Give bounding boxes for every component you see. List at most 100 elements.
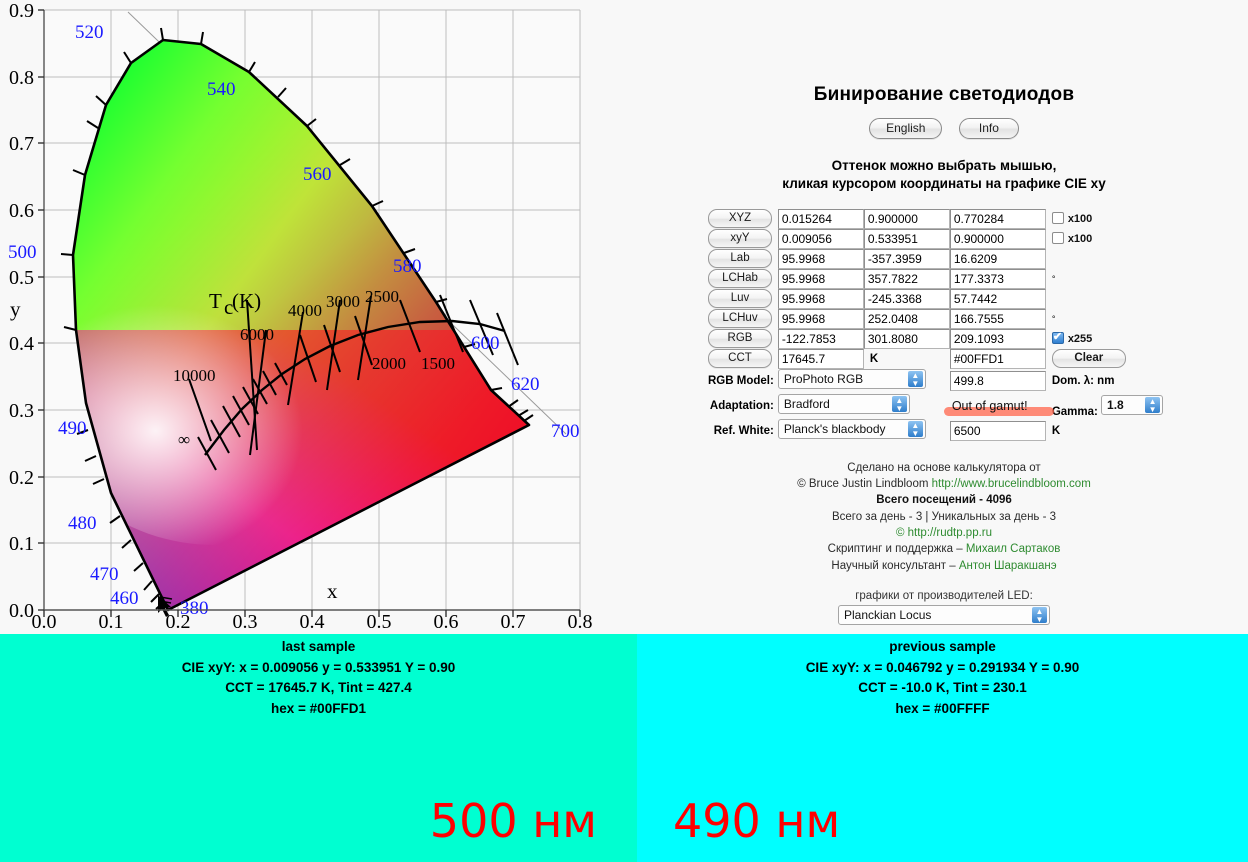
xyy-field-2[interactable]: 0.533951 bbox=[863, 228, 950, 249]
row-label-cct[interactable]: CCT bbox=[708, 349, 772, 369]
cct-value-field[interactable]: 17645.7 bbox=[777, 348, 864, 369]
lchab-field-2[interactable]: 357.7822 bbox=[863, 268, 950, 289]
x-tick-0.6: 0.6 bbox=[434, 611, 459, 628]
rgb-field-1[interactable]: -122.7853 bbox=[777, 328, 864, 349]
xyz-x100-checkbox[interactable] bbox=[1051, 212, 1064, 225]
row-label-xyz[interactable]: XYZ bbox=[708, 209, 772, 229]
wavelength-label-580: 580 bbox=[393, 256, 422, 277]
x-tick-0.5: 0.5 bbox=[367, 611, 392, 628]
chevron-updown-icon: ▲ ▼ bbox=[1148, 396, 1157, 414]
x-tick-0.8: 0.8 bbox=[568, 611, 593, 628]
ref-white-select[interactable]: Planck's blackbody ▲ ▼ bbox=[777, 418, 926, 439]
lchuv-field-2[interactable]: 252.0408 bbox=[863, 308, 950, 329]
gamma-select[interactable]: 1.8 ▲ ▼ bbox=[1101, 394, 1164, 415]
wavelength-label-520: 520 bbox=[75, 22, 104, 43]
row-label-lchuv[interactable]: LCHuv bbox=[708, 309, 772, 329]
x-axis-title: x bbox=[327, 579, 338, 603]
last-sample-wavelength: 500 нм bbox=[429, 794, 597, 848]
lchuv-field-1[interactable]: 95.9968 bbox=[777, 308, 864, 329]
hex-value-field[interactable]: #00FFD1 bbox=[949, 348, 1046, 369]
luv-field-3[interactable]: 57.7442 bbox=[949, 288, 1046, 309]
color-samples-row: last sample CIE xyY: x = 0.009056 y = 0.… bbox=[0, 634, 1248, 862]
adaptation-select[interactable]: Bradford ▲ ▼ bbox=[777, 393, 910, 414]
scripting-author-link[interactable]: Михаил Сартаков bbox=[966, 543, 1061, 555]
consultant-link[interactable]: Антон Шаракшанэ bbox=[959, 560, 1057, 572]
wavelength-label-600: 600 bbox=[471, 333, 500, 354]
chart-svg[interactable]: ∞ 10000 6000 4000 3000 2500 2000 1500 T … bbox=[0, 0, 640, 628]
xyz-field-1[interactable]: 0.015264 bbox=[777, 208, 864, 229]
luv-field-1[interactable]: 95.9968 bbox=[777, 288, 864, 309]
y-tick-0.3: 0.3 bbox=[9, 400, 34, 422]
previous-sample-xyy: CIE xyY: x = 0.046792 y = 0.291934 Y = 0… bbox=[805, 659, 1080, 675]
previous-sample-panel[interactable]: previous sample CIE xyY: x = 0.046792 y … bbox=[637, 634, 1248, 862]
clear-button[interactable]: Clear bbox=[1051, 349, 1126, 369]
xyy-field-3[interactable]: 0.900000 bbox=[949, 228, 1046, 249]
wavelength-label-490: 490 bbox=[58, 418, 87, 439]
xyz-field-2[interactable]: 0.900000 bbox=[863, 208, 950, 229]
manufacturer-graphs-block: графики от производителей LED: Planckian… bbox=[640, 590, 1248, 630]
cie-chromaticity-chart[interactable]: ∞ 10000 6000 4000 3000 2500 2000 1500 T … bbox=[0, 0, 640, 628]
brucelindbloom-link[interactable]: http://www.brucelindbloom.com bbox=[932, 478, 1091, 490]
previous-sample-cct: CCT = -10.0 K, Tint = 230.1 bbox=[858, 680, 1027, 696]
wavelength-label-560: 560 bbox=[303, 164, 332, 185]
previous-sample-title: previous sample bbox=[889, 639, 996, 654]
gamma-value: 1.8 bbox=[1107, 397, 1124, 412]
xyz-field-3[interactable]: 0.770284 bbox=[949, 208, 1046, 229]
rgb-model-select[interactable]: ProPhoto RGB ▲ ▼ bbox=[777, 368, 926, 389]
lab-field-2[interactable]: -357.3959 bbox=[863, 248, 950, 269]
x-tick-0.0: 0.0 bbox=[32, 611, 57, 628]
lchab-field-1[interactable]: 95.9968 bbox=[777, 268, 864, 289]
wavelength-label-620: 620 bbox=[511, 374, 540, 395]
x-tick-0.4: 0.4 bbox=[300, 611, 325, 628]
credit-line-7: Научный консультант – Антон Шаракшанэ bbox=[640, 558, 1248, 574]
rgb-model-value: ProPhoto RGB bbox=[783, 371, 864, 386]
lchab-degree-symbol: ° bbox=[1051, 273, 1056, 284]
english-button[interactable]: English bbox=[869, 118, 943, 139]
luv-field-2[interactable]: -245.3368 bbox=[863, 288, 950, 309]
table-row-lab: Lab 95.9968 -357.3959 16.6209 bbox=[708, 248, 1163, 269]
svg-text:(K): (K) bbox=[232, 289, 261, 313]
rgb-field-2[interactable]: 301.8080 bbox=[863, 328, 950, 349]
lab-field-3[interactable]: 16.6209 bbox=[949, 248, 1046, 269]
instructions-line-2: кликая курсором координаты на графике CI… bbox=[782, 175, 1106, 191]
credit-author: © Bruce Justin Lindbloom bbox=[797, 477, 932, 490]
row-label-lchab[interactable]: LCHab bbox=[708, 269, 772, 289]
y-tick-0.2: 0.2 bbox=[9, 467, 34, 489]
manufacturer-graphs-value: Planckian Locus bbox=[844, 607, 932, 622]
gamma-label: Gamma: bbox=[1051, 405, 1098, 418]
table-row-lchuv: LCHuv 95.9968 252.0408 166.7555 ° bbox=[708, 308, 1163, 329]
xyy-field-1[interactable]: 0.009056 bbox=[777, 228, 864, 249]
row-label-xyy[interactable]: xyY bbox=[708, 229, 772, 249]
scientific-consultant-label: Научный консультант – bbox=[831, 559, 959, 572]
ref-white-label: Ref. White: bbox=[713, 425, 774, 438]
ref-white-value: Planck's blackbody bbox=[783, 421, 886, 436]
y-tick-0.0: 0.0 bbox=[9, 600, 34, 622]
table-row-adaptation: Adaptation: Bradford ▲ ▼ Out of gamut! Gam… bbox=[708, 393, 1164, 419]
lchuv-field-3[interactable]: 166.7555 bbox=[949, 308, 1046, 329]
rgb-field-3[interactable]: 209.1093 bbox=[949, 328, 1046, 349]
wavelength-label-540: 540 bbox=[207, 79, 236, 100]
rgb-x255-checkbox[interactable] bbox=[1051, 330, 1064, 345]
rudtp-link[interactable]: © http://rudtp.pp.ru bbox=[640, 525, 1248, 541]
chevron-updown-icon: ▲ ▼ bbox=[1035, 606, 1044, 624]
row-label-luv[interactable]: Luv bbox=[708, 289, 772, 309]
rgb-x255-label: x255 bbox=[1067, 333, 1093, 346]
svg-text:T: T bbox=[209, 289, 222, 313]
ref-white-temp-field[interactable]: 6500 bbox=[949, 421, 1046, 442]
info-button[interactable]: Info bbox=[958, 118, 1019, 139]
cct-label-10000: 10000 bbox=[173, 366, 216, 385]
table-row-ref-white: Ref. White: Planck's blackbody ▲ ▼ 6500 K bbox=[708, 418, 1163, 444]
lab-field-1[interactable]: 95.9968 bbox=[777, 248, 864, 269]
manufacturer-graphs-select[interactable]: Planckian Locus ▲ ▼ bbox=[838, 604, 1050, 625]
xyy-x100-checkbox[interactable] bbox=[1051, 232, 1064, 245]
row-label-rgb[interactable]: RGB bbox=[708, 329, 772, 349]
xyz-x100-label: x100 bbox=[1067, 213, 1093, 226]
last-sample-text: last sample CIE xyY: x = 0.009056 y = 0.… bbox=[0, 634, 637, 719]
dom-wavelength-field[interactable]: 499.8 bbox=[949, 371, 1046, 392]
color-values-form: XYZ 0.015264 0.900000 0.770284 x100 xyY … bbox=[640, 208, 1248, 444]
lchab-field-3[interactable]: 177.3373 bbox=[949, 268, 1046, 289]
row-label-lab[interactable]: Lab bbox=[708, 249, 772, 269]
last-sample-panel[interactable]: last sample CIE xyY: x = 0.009056 y = 0.… bbox=[0, 634, 637, 862]
total-visits: Всего посещений - 4096 bbox=[876, 494, 1012, 507]
x-tick-0.2: 0.2 bbox=[166, 611, 191, 628]
